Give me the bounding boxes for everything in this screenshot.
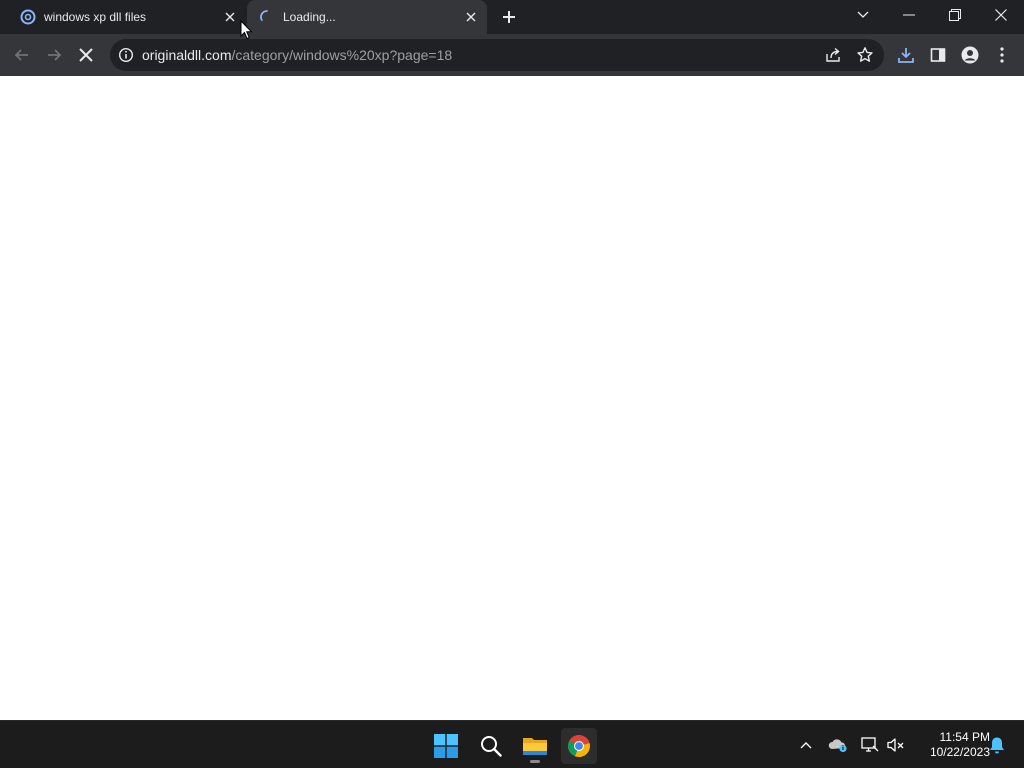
tab-strip: windows xp dll files Loading... bbox=[0, 0, 1024, 34]
share-icon[interactable] bbox=[824, 46, 842, 64]
url-domain: originaldll.com bbox=[142, 47, 232, 63]
url-text[interactable]: originaldll.com/category/windows%20xp?pa… bbox=[142, 47, 452, 63]
notifications-button[interactable] bbox=[987, 735, 1007, 755]
clock-time: 11:54 PM bbox=[939, 730, 990, 744]
plus-icon bbox=[503, 11, 515, 23]
close-tab-icon[interactable] bbox=[463, 9, 479, 25]
taskbar-search-button[interactable] bbox=[473, 728, 509, 764]
arrow-left-icon bbox=[14, 49, 28, 61]
stop-loading-button[interactable] bbox=[74, 43, 98, 67]
address-bar[interactable]: originaldll.com/category/windows%20xp?pa… bbox=[110, 39, 884, 71]
minimize-icon bbox=[903, 14, 915, 16]
page-viewport[interactable] bbox=[0, 76, 1024, 720]
forward-button[interactable] bbox=[42, 43, 66, 67]
close-window-button[interactable] bbox=[978, 0, 1024, 30]
taskbar-file-explorer[interactable] bbox=[517, 728, 553, 764]
chrome-icon bbox=[567, 735, 590, 758]
bell-icon bbox=[990, 737, 1004, 754]
file-explorer-icon bbox=[523, 738, 547, 755]
close-tab-icon[interactable] bbox=[222, 9, 238, 25]
star-icon[interactable] bbox=[856, 46, 874, 64]
site-info-icon[interactable] bbox=[118, 47, 134, 63]
onedrive-tray-button[interactable] bbox=[828, 735, 848, 755]
tab-search-button[interactable] bbox=[840, 0, 886, 30]
downloads-button[interactable] bbox=[894, 43, 918, 67]
volume-muted-icon bbox=[887, 738, 904, 752]
browser-toolbar: originaldll.com/category/windows%20xp?pa… bbox=[0, 34, 1024, 76]
download-icon bbox=[898, 48, 914, 63]
windows-taskbar: 11:54 PM 10/22/2023 bbox=[0, 720, 1024, 768]
tab-title: Loading... bbox=[283, 10, 336, 24]
menu-button[interactable] bbox=[990, 43, 1014, 67]
network-tray-button[interactable] bbox=[860, 735, 880, 755]
close-icon bbox=[995, 9, 1007, 21]
url-path: /category/windows%20xp?page=18 bbox=[231, 47, 453, 63]
tab-search-icon bbox=[857, 11, 869, 18]
side-panel-icon bbox=[930, 48, 946, 62]
show-hidden-icons-button[interactable] bbox=[796, 735, 816, 755]
close-icon bbox=[79, 48, 93, 62]
clock-date: 10/22/2023 bbox=[929, 745, 990, 759]
restore-button[interactable] bbox=[932, 0, 978, 30]
search-icon bbox=[481, 736, 502, 757]
side-panel-button[interactable] bbox=[926, 43, 950, 67]
windows-start-icon bbox=[434, 734, 458, 758]
minimize-button[interactable] bbox=[886, 0, 932, 30]
tab-title: windows xp dll files bbox=[44, 10, 147, 24]
taskbar-clock[interactable]: 11:54 PM 10/22/2023 bbox=[912, 730, 990, 760]
onedrive-icon bbox=[828, 739, 847, 753]
arrow-right-icon bbox=[48, 49, 62, 61]
taskbar-chrome[interactable] bbox=[561, 728, 597, 764]
originaldll-logo-icon bbox=[20, 9, 36, 25]
volume-tray-button[interactable] bbox=[886, 735, 906, 755]
tab-loading[interactable]: Loading... bbox=[247, 0, 487, 34]
start-button[interactable] bbox=[428, 728, 464, 764]
restore-icon bbox=[949, 9, 961, 21]
chevron-up-icon bbox=[800, 742, 812, 749]
display-icon bbox=[861, 737, 879, 752]
more-vert-icon bbox=[1000, 47, 1004, 63]
new-tab-button[interactable] bbox=[500, 8, 518, 26]
profile-button[interactable] bbox=[958, 43, 982, 67]
profile-icon bbox=[961, 46, 979, 64]
loading-spinner-icon bbox=[260, 10, 268, 21]
mouse-cursor-icon bbox=[240, 20, 253, 40]
tab-windows-xp-dll-files[interactable]: windows xp dll files bbox=[8, 0, 246, 34]
back-button[interactable] bbox=[10, 43, 34, 67]
